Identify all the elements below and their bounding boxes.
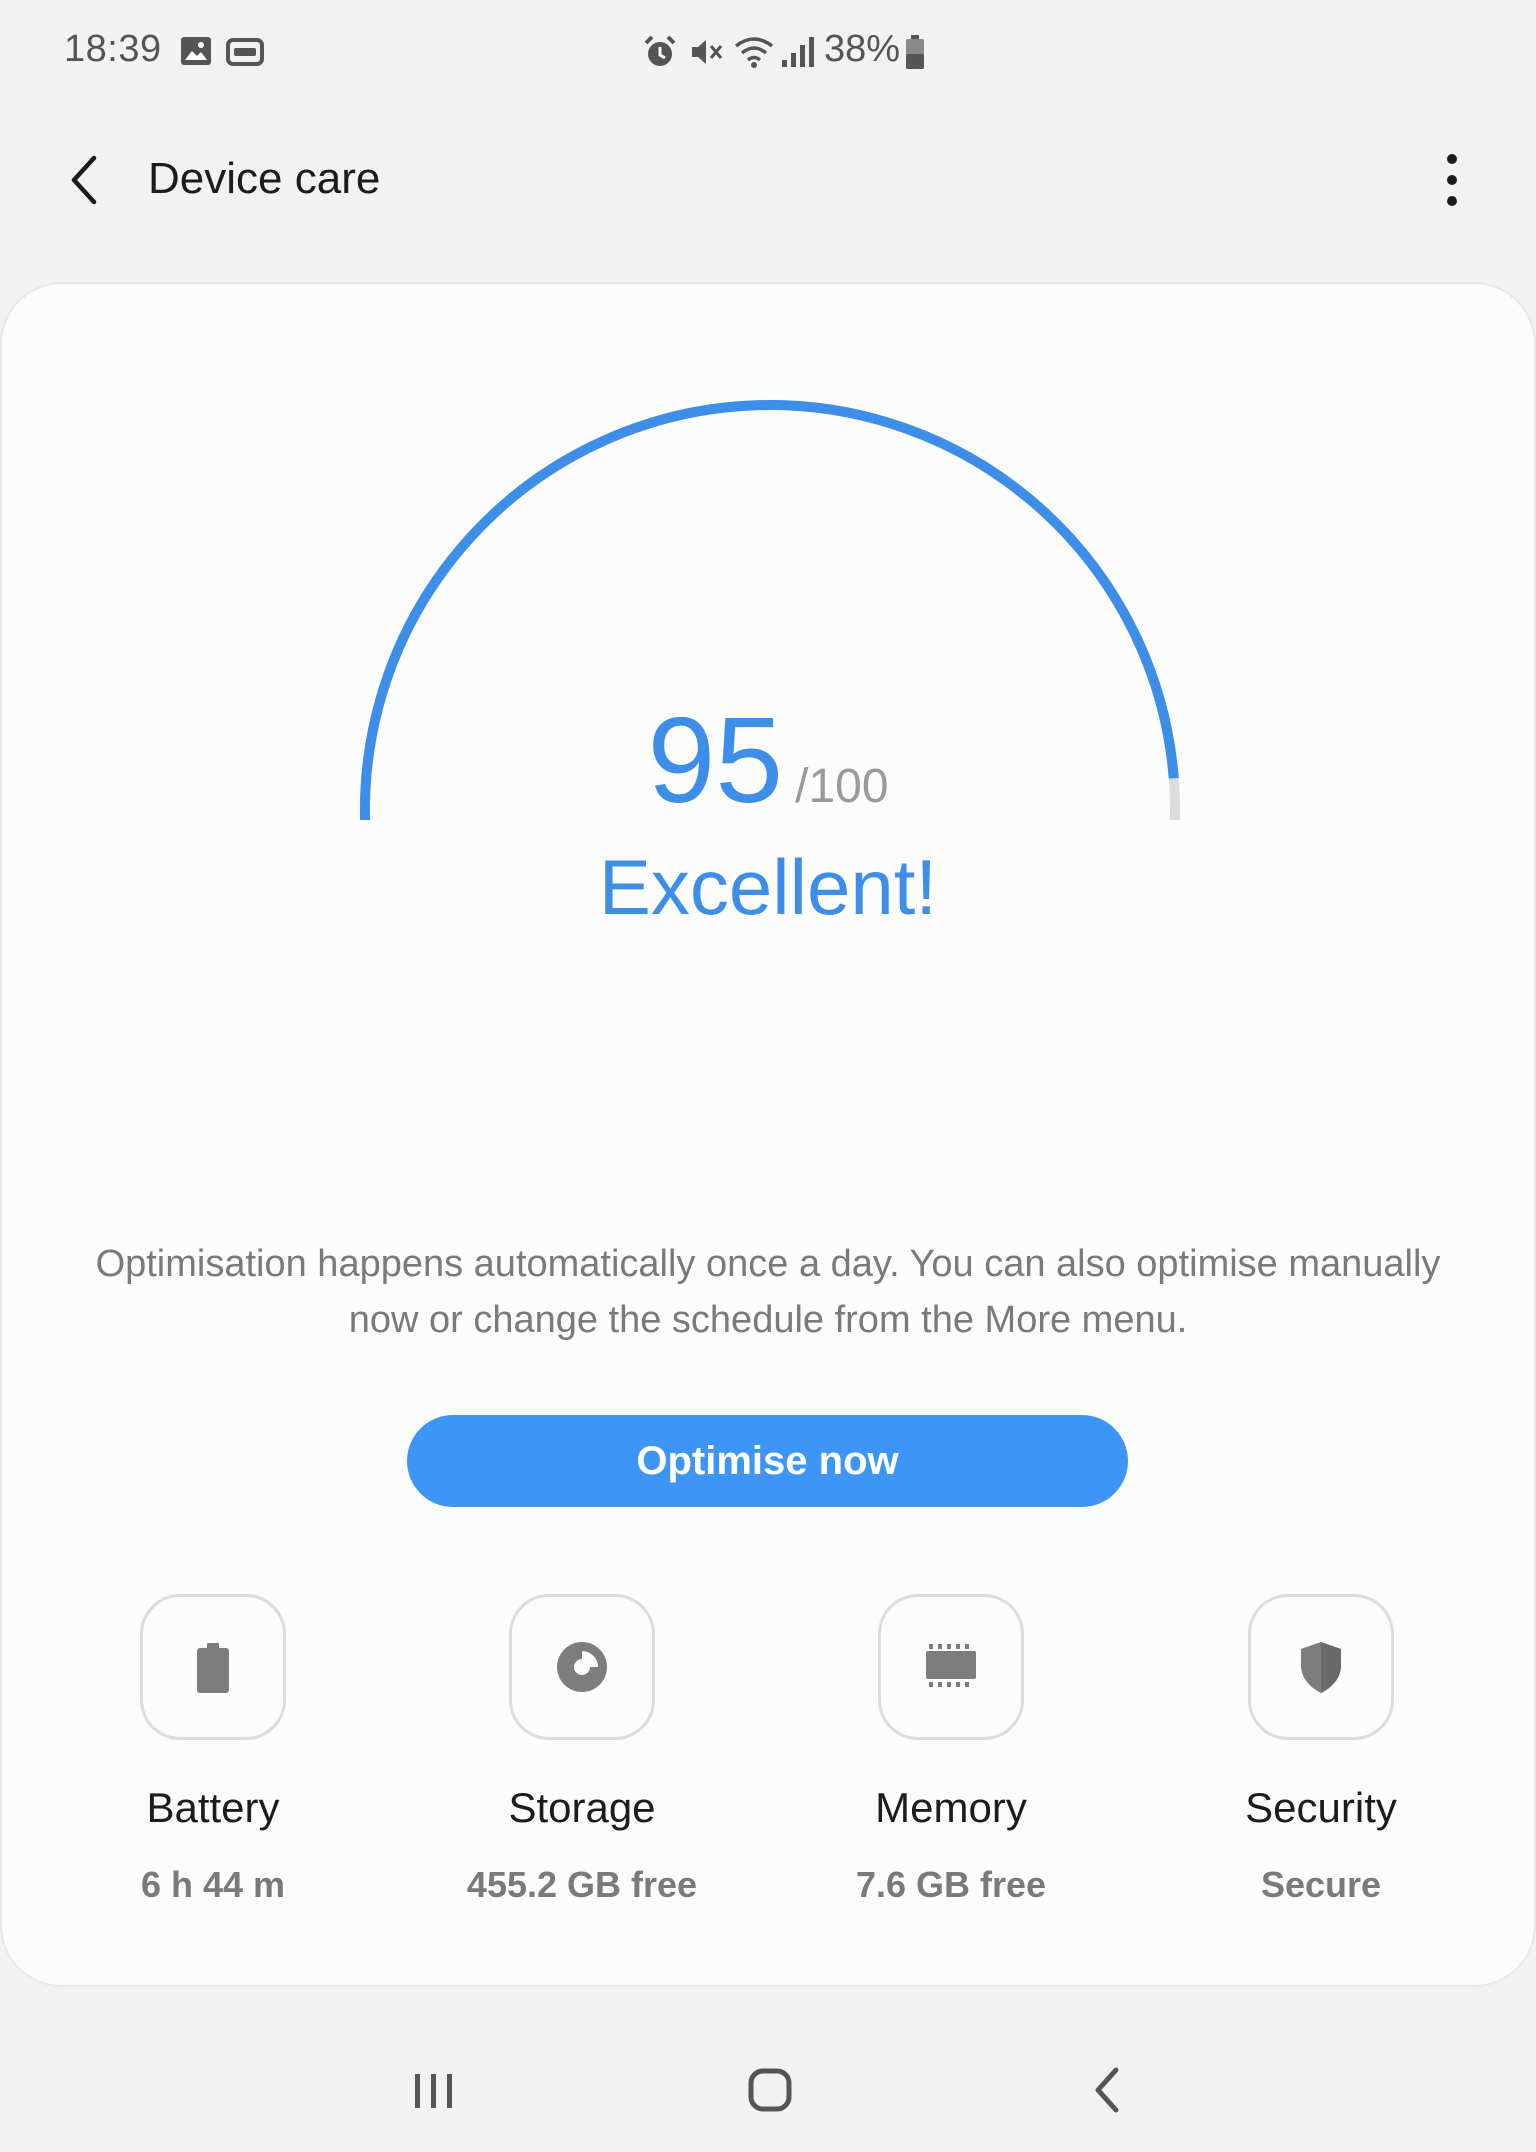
page-title: Device care	[148, 154, 381, 203]
tile-value: 7.6 GB free	[855, 1864, 1047, 1905]
status-bar: 18:39 38%	[0, 0, 1536, 104]
tile-security[interactable]: Security Secure	[1171, 1592, 1471, 1932]
status-time: 18:39	[64, 28, 162, 70]
card-icon	[226, 38, 264, 66]
back-icon[interactable]	[1068, 2060, 1148, 2120]
battery-percent: 38%	[824, 28, 901, 70]
score-value: 95	[647, 692, 784, 828]
tile-icon-box[interactable]	[509, 1594, 655, 1740]
tile-memory[interactable]: Memory 7.6 GB free	[801, 1592, 1101, 1932]
recents-icon[interactable]	[393, 2060, 473, 2120]
tile-battery[interactable]: Battery 6 h 44 m	[63, 1592, 363, 1932]
tile-storage[interactable]: Storage 455.2 GB free	[432, 1592, 732, 1932]
score-max: /100	[795, 760, 889, 813]
tile-icon-box[interactable]	[140, 1594, 286, 1740]
tile-label: Security	[1245, 1784, 1397, 1831]
shield-icon	[1301, 1642, 1341, 1693]
battery-icon	[906, 35, 924, 69]
chevron-left-icon[interactable]	[56, 150, 116, 210]
optimise-description: Optimisation happens automatically once …	[95, 1243, 1441, 1341]
tile-label: Memory	[875, 1784, 1027, 1831]
tile-value: 6 h 44 m	[140, 1864, 286, 1905]
signal-icon	[782, 37, 814, 67]
tile-icon-box[interactable]	[1248, 1594, 1394, 1740]
alarm-icon	[644, 35, 676, 66]
app-bar: Device care	[0, 120, 1536, 240]
storage-icon	[557, 1642, 607, 1692]
memory-chip-icon	[926, 1644, 976, 1687]
score-display: 95/100	[0, 690, 1536, 830]
battery-icon	[197, 1643, 229, 1693]
wifi-icon	[734, 37, 774, 68]
more-vertical-icon[interactable]	[1432, 150, 1472, 210]
score-status: Excellent!	[598, 843, 938, 931]
tile-icon-box[interactable]	[878, 1594, 1024, 1740]
mute-icon	[692, 40, 723, 64]
tile-value: Secure	[1260, 1864, 1382, 1905]
tile-label: Battery	[146, 1784, 280, 1831]
home-icon[interactable]	[730, 2060, 810, 2120]
image-icon	[181, 37, 211, 65]
system-nav-bar	[0, 2020, 1536, 2152]
optimise-now-button[interactable]: Optimise now	[407, 1415, 1128, 1507]
tile-value: 455.2 GB free	[466, 1864, 698, 1905]
tile-label: Storage	[508, 1784, 656, 1831]
